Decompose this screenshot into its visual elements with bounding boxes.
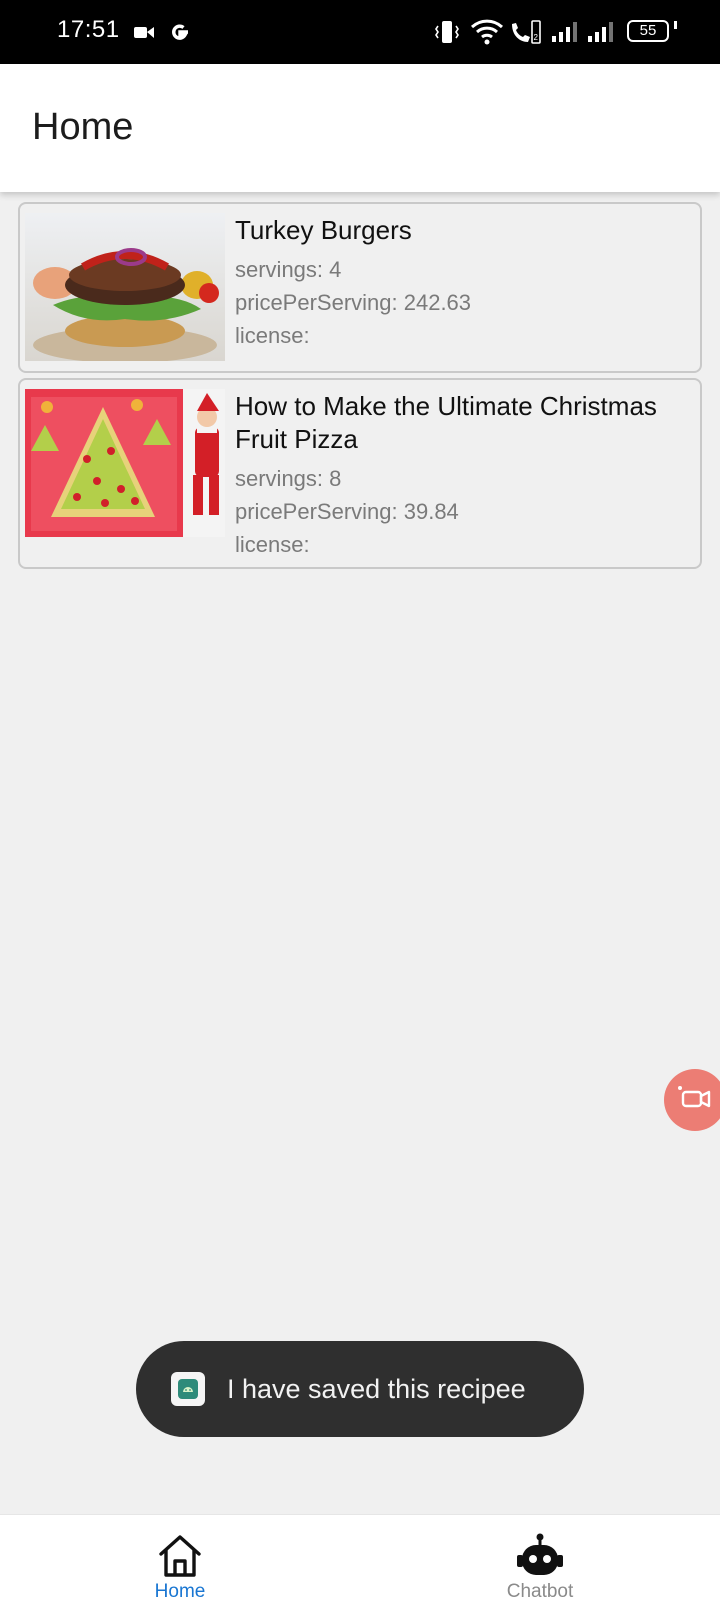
nav-item-home[interactable]: Home [80,1515,280,1612]
home-icon [157,1533,203,1579]
recipe-servings: servings: 8 [235,466,342,491]
status-time: 17:51 [57,16,120,43]
toast-text: I have saved this recipee [227,1373,526,1404]
vibrate-icon [434,18,460,51]
recipe-card[interactable]: How to Make the Ultimate Christmas Fruit… [18,378,702,569]
wifi-calling-icon: 2 [508,18,542,51]
video-camera-icon [134,18,154,51]
robot-icon [516,1533,564,1579]
screen-record-button[interactable] [664,1069,720,1131]
android-app-icon [171,1372,205,1406]
recipe-license: license: [235,323,310,348]
recipe-title: How to Make the Ultimate Christmas Fruit… [235,391,657,454]
recipe-image-burger [25,213,225,361]
google-icon [168,18,192,51]
recipe-image-fruit-pizza [25,389,225,537]
page-title: Home [32,106,134,148]
signal-icon [586,18,614,51]
nav-label-home: Home [154,1581,206,1602]
recipe-title: Turkey Burgers [235,215,412,245]
wifi-icon [470,18,504,51]
app-bar: Home [0,64,720,192]
screen-record-icon [677,1084,713,1117]
battery-icon: 55 [627,20,678,42]
battery-level: 55 [627,20,669,42]
signal-icon [550,18,578,51]
recipe-price: pricePerServing: 242.63 [235,290,472,315]
toast-message: I have saved this recipee [136,1341,584,1437]
recipe-license: license: [235,532,310,557]
status-bar: 17:51 2 55 [0,0,720,64]
nav-label-chatbot: Chatbot [506,1581,574,1602]
recipe-card[interactable]: Turkey Burgers servings: 4 pricePerServi… [18,202,702,373]
nav-item-chatbot[interactable]: Chatbot [440,1515,640,1612]
recipe-servings: servings: 4 [235,257,342,282]
recipe-price: pricePerServing: 39.84 [235,499,459,524]
bottom-navigation: Home Chatbot [0,1514,720,1612]
svg-text:2: 2 [534,33,539,42]
